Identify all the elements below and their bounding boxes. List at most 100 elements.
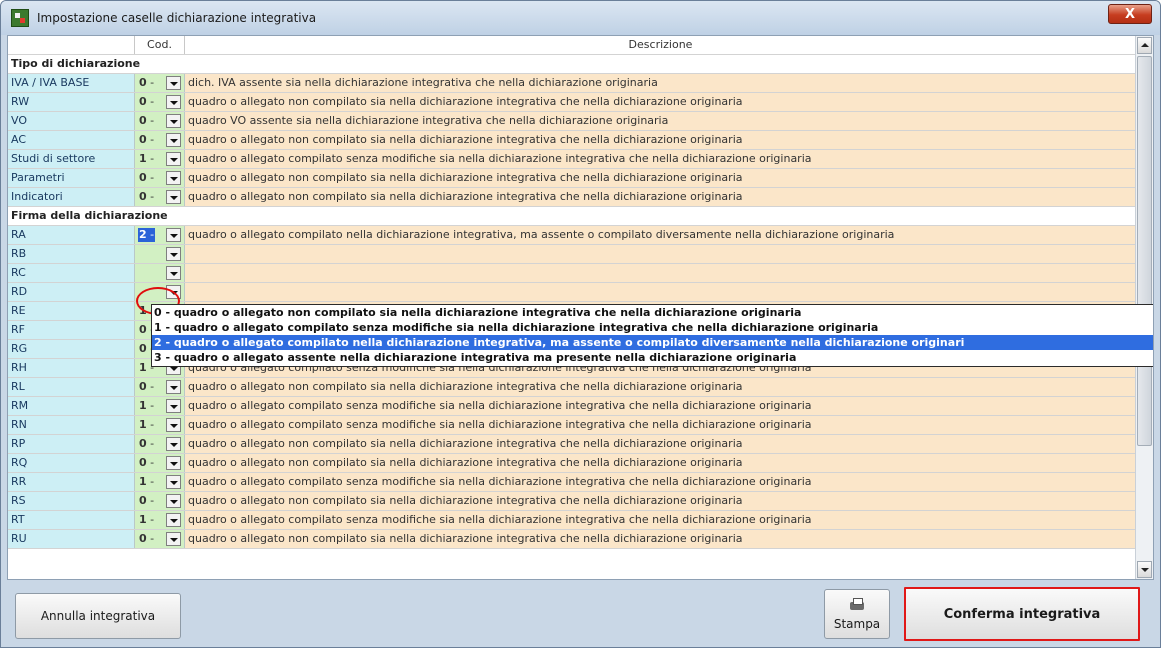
chevron-down-icon[interactable] — [166, 190, 181, 204]
scroll-down-icon[interactable] — [1137, 561, 1152, 578]
code-select[interactable] — [135, 245, 185, 263]
table-row[interactable]: Parametri 0 - quadro o allegato non compil… — [8, 169, 1136, 188]
table-row[interactable]: RB — [8, 245, 1136, 264]
chevron-down-icon[interactable] — [166, 475, 181, 489]
code-select[interactable]: 1 - — [135, 511, 185, 529]
chevron-down-icon[interactable] — [166, 133, 181, 147]
code-number: 0 — [139, 133, 147, 146]
code-select[interactable] — [135, 264, 185, 282]
dropdown-option[interactable]: 0 - quadro o allegato non compilato sia … — [152, 305, 1153, 320]
row-name-cell: RD — [8, 283, 135, 301]
table-row[interactable]: Indicatori 0 - quadro o allegato non compi… — [8, 188, 1136, 207]
table-row[interactable]: Studi di settore 1 - quadro o allegato com… — [8, 150, 1136, 169]
table-row[interactable]: RL 0 - quadro o allegato non compilato sia… — [8, 378, 1136, 397]
table-row[interactable]: RD — [8, 283, 1136, 302]
header-name — [8, 36, 135, 54]
dialog-window: Impostazione caselle dichiarazione integ… — [0, 0, 1161, 648]
chevron-down-icon[interactable] — [166, 266, 181, 280]
row-description-cell: quadro o allegato compilato senza modifi… — [185, 397, 1136, 415]
code-select[interactable]: 2 - — [135, 226, 185, 244]
code-select[interactable]: 0 - — [135, 454, 185, 472]
chevron-down-icon[interactable] — [166, 285, 181, 299]
chevron-down-icon[interactable] — [166, 513, 181, 527]
code-value: 0 - — [139, 437, 155, 450]
table-row[interactable]: VO 0 - quadro VO assente sia nella dichiar… — [8, 112, 1136, 131]
table-row[interactable]: RW 0 - quadro o allegato non compilato sia… — [8, 93, 1136, 112]
code-select[interactable]: 1 - — [135, 473, 185, 491]
app-icon — [11, 9, 29, 27]
chevron-down-icon[interactable] — [166, 228, 181, 242]
chevron-down-icon[interactable] — [166, 95, 181, 109]
chevron-down-icon[interactable] — [166, 456, 181, 470]
header-code: Cod. — [135, 36, 185, 54]
code-number: 0 — [139, 456, 147, 469]
chevron-down-icon[interactable] — [166, 418, 181, 432]
code-select[interactable]: 0 - — [135, 188, 185, 206]
dropdown-option[interactable]: 3 - quadro o allegato assente nella dich… — [152, 350, 1153, 365]
code-value: 0 - — [139, 494, 155, 507]
stampa-button[interactable]: Stampa — [824, 589, 890, 639]
chevron-down-icon[interactable] — [166, 437, 181, 451]
section-header: Tipo di dichiarazione — [8, 55, 1136, 74]
code-number: 1 — [139, 152, 147, 165]
row-description-cell: quadro o allegato non compilato sia nell… — [185, 188, 1136, 206]
code-select[interactable]: 0 - — [135, 492, 185, 510]
scrollbar-thumb[interactable] — [1137, 56, 1152, 446]
row-name-cell: RE — [8, 302, 135, 320]
row-description-cell — [185, 264, 1136, 282]
table-row[interactable]: RM 1 - quadro o allegato compilato senza m… — [8, 397, 1136, 416]
table-row[interactable]: RQ 0 - quadro o allegato non compilato sia… — [8, 454, 1136, 473]
code-select[interactable]: 0 - — [135, 112, 185, 130]
code-select[interactable]: 0 - — [135, 131, 185, 149]
table-row[interactable]: IVA / IVA BASE 0 - dich. IVA assente sia n… — [8, 74, 1136, 93]
table-row[interactable]: RC — [8, 264, 1136, 283]
annulla-integrativa-button[interactable]: Annulla integrativa — [15, 593, 181, 639]
row-description-cell: quadro o allegato non compilato sia nell… — [185, 378, 1136, 396]
row-name-cell: RW — [8, 93, 135, 111]
code-select[interactable]: 0 - — [135, 435, 185, 453]
close-button[interactable]: X — [1108, 4, 1152, 24]
table-row[interactable]: AC 0 - quadro o allegato non compilato sia… — [8, 131, 1136, 150]
code-select[interactable]: 0 - — [135, 93, 185, 111]
code-number: 0 — [139, 494, 147, 507]
chevron-down-icon[interactable] — [166, 247, 181, 261]
code-select[interactable]: 1 - — [135, 150, 185, 168]
table-row[interactable]: RN 1 - quadro o allegato compilato senza m… — [8, 416, 1136, 435]
table-row[interactable]: RS 0 - quadro o allegato non compilato sia… — [8, 492, 1136, 511]
chevron-down-icon[interactable] — [166, 152, 181, 166]
table-row[interactable]: RR 1 - quadro o allegato compilato senza m… — [8, 473, 1136, 492]
dropdown-option[interactable]: 1 - quadro o allegato compilato senza mo… — [152, 320, 1153, 335]
code-select[interactable]: 1 - — [135, 397, 185, 415]
dropdown-option[interactable]: 2 - quadro o allegato compilato nella di… — [152, 335, 1153, 350]
row-description-cell: quadro o allegato compilato senza modifi… — [185, 416, 1136, 434]
chevron-down-icon[interactable] — [166, 532, 181, 546]
printer-icon — [848, 597, 866, 612]
code-number: 1 — [139, 418, 147, 431]
row-name-cell: IVA / IVA BASE — [8, 74, 135, 92]
row-description-cell: quadro o allegato compilato nella dichia… — [185, 226, 1136, 244]
conferma-integrativa-button[interactable]: Conferma integrativa — [904, 587, 1140, 641]
code-select[interactable]: 0 - — [135, 378, 185, 396]
code-dropdown-list[interactable]: 0 - quadro o allegato non compilato sia … — [151, 304, 1153, 367]
row-name-cell: RP — [8, 435, 135, 453]
chevron-down-icon[interactable] — [166, 399, 181, 413]
code-select[interactable]: 1 - — [135, 416, 185, 434]
code-number: 1 — [139, 475, 147, 488]
code-select[interactable]: 0 - — [135, 530, 185, 548]
table-row[interactable]: RT 1 - quadro o allegato compilato senza m… — [8, 511, 1136, 530]
chevron-down-icon[interactable] — [166, 76, 181, 90]
code-select[interactable]: 0 - — [135, 74, 185, 92]
code-value: 0 - — [139, 380, 155, 393]
table-row[interactable]: RU 0 - quadro o allegato non compilato sia… — [8, 530, 1136, 549]
chevron-down-icon[interactable] — [166, 114, 181, 128]
scroll-up-icon[interactable] — [1137, 37, 1152, 54]
table-row[interactable]: RA 2 - quadro o allegato compilato nella d… — [8, 226, 1136, 245]
table-row[interactable]: RP 0 - quadro o allegato non compilato sia… — [8, 435, 1136, 454]
chevron-down-icon[interactable] — [166, 171, 181, 185]
code-select[interactable]: 0 - — [135, 169, 185, 187]
code-select[interactable] — [135, 283, 185, 301]
code-number: 0 — [139, 532, 147, 545]
row-name-cell: RC — [8, 264, 135, 282]
chevron-down-icon[interactable] — [166, 494, 181, 508]
chevron-down-icon[interactable] — [166, 380, 181, 394]
